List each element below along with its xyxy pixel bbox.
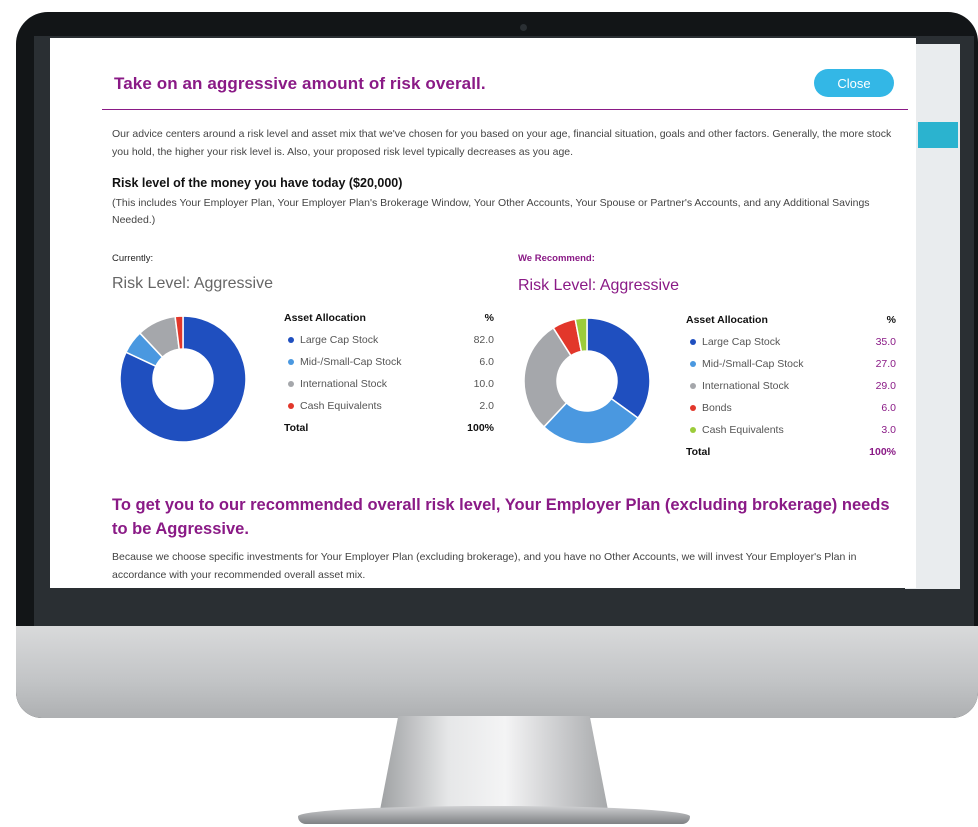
asset-percent: 3.0	[881, 424, 896, 436]
monitor-stand-base	[298, 806, 690, 824]
legend-dot-icon	[690, 426, 696, 433]
current-risk-level: Risk Level: Aggressive	[112, 275, 273, 292]
recommended-allocation-table: Asset Allocation % Large Cap Stock 35.0 …	[686, 311, 896, 463]
intro-text: Our advice centers around a risk level a…	[112, 128, 892, 158]
asset-percent: 10.0	[473, 378, 494, 390]
total-row: Total 100%	[284, 417, 494, 439]
total-label: Total	[686, 446, 711, 458]
asset-name: Mid-/Small-Cap Stock	[300, 356, 402, 368]
legend-dot-icon	[690, 338, 696, 345]
legend-dot-icon	[288, 402, 294, 409]
asset-name: Large Cap Stock	[300, 334, 379, 346]
table-row: International Stock 29.0	[686, 375, 896, 397]
table-row: Large Cap Stock 82.0	[284, 329, 494, 351]
risk-level-modal: Take on an aggressive amount of risk ove…	[50, 38, 916, 588]
asset-name: Large Cap Stock	[702, 336, 781, 348]
total-value: 100%	[869, 446, 896, 458]
background-accent-strip	[918, 122, 958, 148]
table-row: International Stock 10.0	[284, 373, 494, 395]
current-allocation-table: Asset Allocation % Large Cap Stock 82.0 …	[284, 309, 494, 439]
table-row: Large Cap Stock 35.0	[686, 331, 896, 353]
asset-name: Cash Equivalents	[300, 400, 382, 412]
asset-name: Cash Equivalents	[702, 424, 784, 436]
asset-percent: 6.0	[881, 402, 896, 414]
legend-dot-icon	[288, 358, 294, 365]
monitor-stand	[380, 716, 608, 810]
asset-percent: 2.0	[479, 400, 494, 412]
current-allocation-donut	[119, 315, 247, 443]
total-label: Total	[284, 422, 309, 434]
webcam-icon	[520, 24, 527, 31]
modal-title: Take on an aggressive amount of risk ove…	[114, 74, 486, 93]
table-row: Mid-/Small-Cap Stock 6.0	[284, 351, 494, 373]
asset-name: Bonds	[702, 402, 732, 414]
legend-dot-icon	[690, 360, 696, 367]
total-value: 100%	[467, 422, 494, 434]
asset-percent: 6.0	[479, 356, 494, 368]
recommendation-detail-text: Because we choose specific investments f…	[112, 551, 857, 581]
title-divider	[102, 109, 908, 110]
asset-name: International Stock	[702, 380, 789, 392]
recommended-risk-level: Risk Level: Aggressive	[518, 277, 679, 294]
section-heading: Risk level of the money you have today (…	[112, 176, 403, 190]
recommendation-heading: To get you to our recommended overall ri…	[112, 496, 890, 538]
asset-percent: 27.0	[875, 358, 896, 370]
recommended-allocation-donut	[523, 317, 651, 445]
close-button[interactable]: Close	[814, 69, 894, 97]
legend-dot-icon	[690, 404, 696, 411]
legend-dot-icon	[288, 336, 294, 343]
table-row: Cash Equivalents 2.0	[284, 395, 494, 417]
asset-percent: 82.0	[473, 334, 494, 346]
total-row: Total 100%	[686, 441, 896, 463]
asset-percent: 35.0	[875, 336, 896, 348]
asset-allocation-header: Asset Allocation	[686, 313, 768, 326]
asset-name: International Stock	[300, 378, 387, 390]
current-label: Currently:	[112, 253, 154, 264]
table-row: Bonds 6.0	[686, 397, 896, 419]
asset-percent: 29.0	[875, 380, 896, 392]
legend-dot-icon	[288, 380, 294, 387]
table-row: Mid-/Small-Cap Stock 27.0	[686, 353, 896, 375]
percent-header: %	[886, 313, 896, 326]
table-row: Cash Equivalents 3.0	[686, 419, 896, 441]
asset-allocation-header: Asset Allocation	[284, 311, 366, 324]
section-note: (This includes Your Employer Plan, Your …	[112, 197, 870, 226]
asset-name: Mid-/Small-Cap Stock	[702, 358, 804, 370]
legend-dot-icon	[690, 382, 696, 389]
monitor-chin	[16, 626, 978, 718]
recommended-label: We Recommend:	[518, 253, 595, 264]
percent-header: %	[484, 311, 494, 324]
